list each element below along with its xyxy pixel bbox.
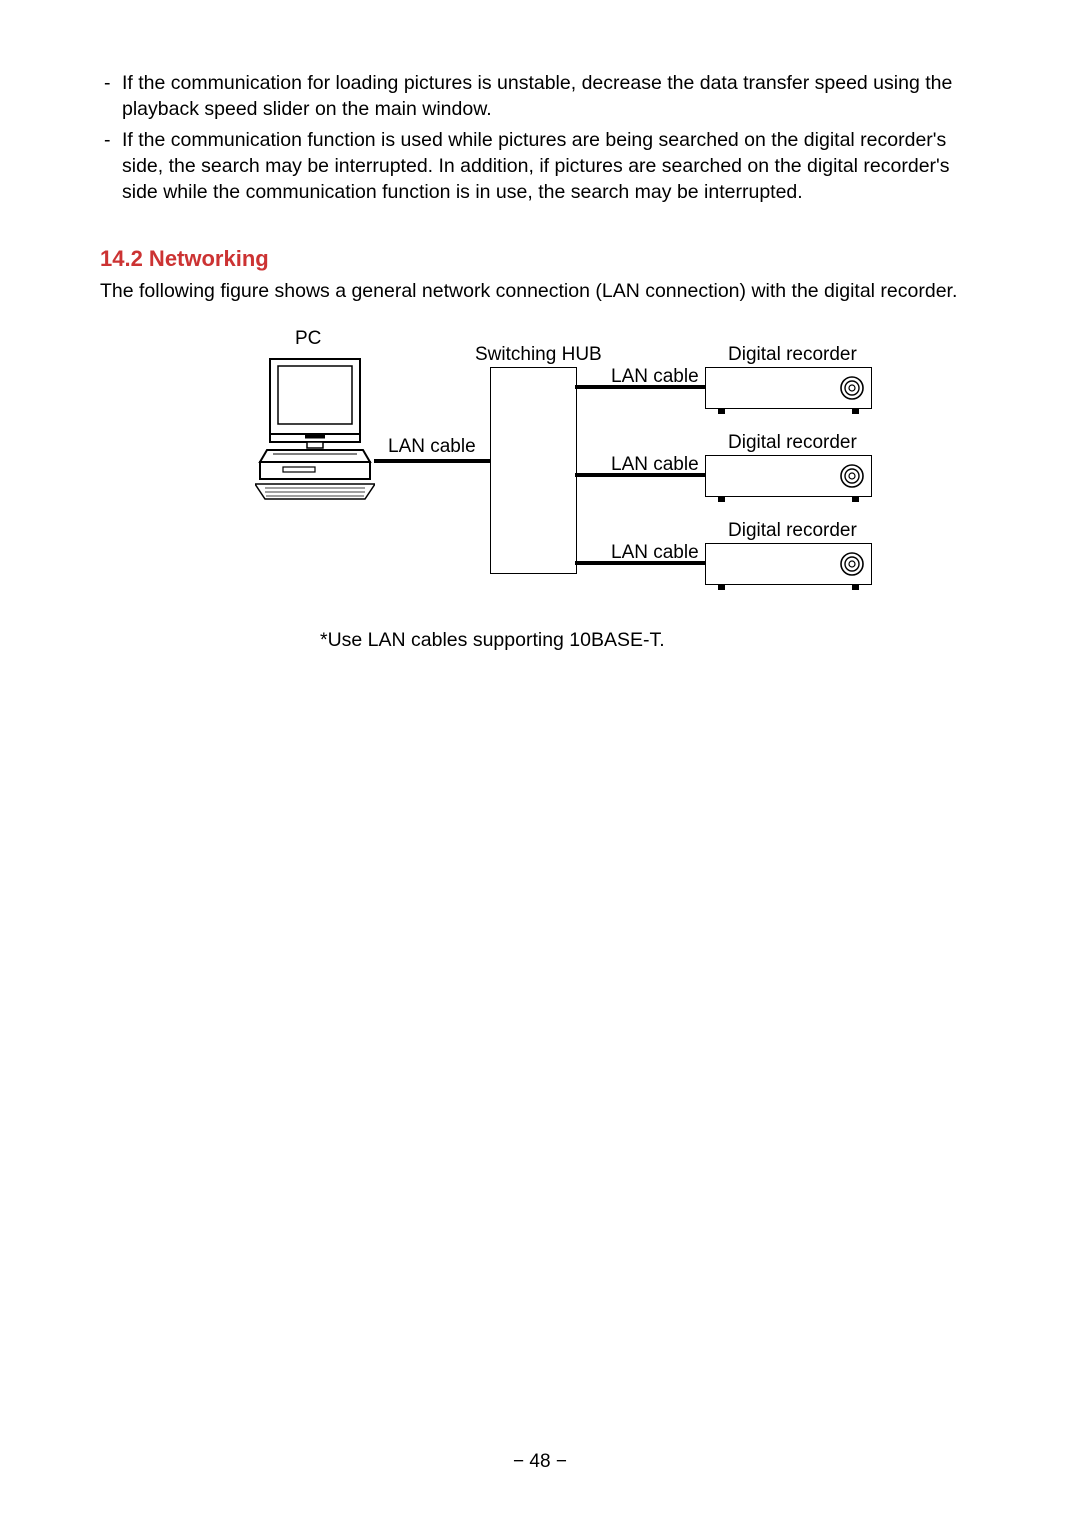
lens-icon [840, 552, 864, 576]
note-item: If the communication function is used wh… [100, 127, 980, 206]
lan-cable-label: LAN cable [611, 543, 699, 562]
recorder-icon [705, 455, 872, 497]
recorder-icon [705, 543, 872, 585]
lan-cable-label: LAN cable [611, 455, 699, 474]
lan-cable-label: LAN cable [611, 367, 699, 386]
recorder-label: Digital recorder [728, 521, 857, 540]
lens-icon [840, 464, 864, 488]
recorder-label: Digital recorder [728, 433, 857, 452]
note-item: If the communication for loading picture… [100, 70, 980, 123]
section-intro: The following figure shows a general net… [100, 278, 980, 304]
notes-list: If the communication for loading picture… [100, 70, 980, 206]
lan-cable-label: LAN cable [388, 437, 476, 456]
hub-label: Switching HUB [475, 345, 602, 364]
recorder-icon [705, 367, 872, 409]
pc-label: PC [295, 329, 321, 348]
lens-icon [840, 376, 864, 400]
pc-icon [255, 354, 375, 509]
diagram-footnote: *Use LAN cables supporting 10BASE-T. [320, 629, 980, 652]
page-number: − 48 − [0, 1451, 1080, 1473]
section-heading: 14.2 Networking [100, 246, 980, 272]
network-diagram: PC [190, 329, 870, 599]
cable-line [374, 459, 491, 463]
switching-hub-icon [490, 367, 577, 574]
recorder-label: Digital recorder [728, 345, 857, 364]
